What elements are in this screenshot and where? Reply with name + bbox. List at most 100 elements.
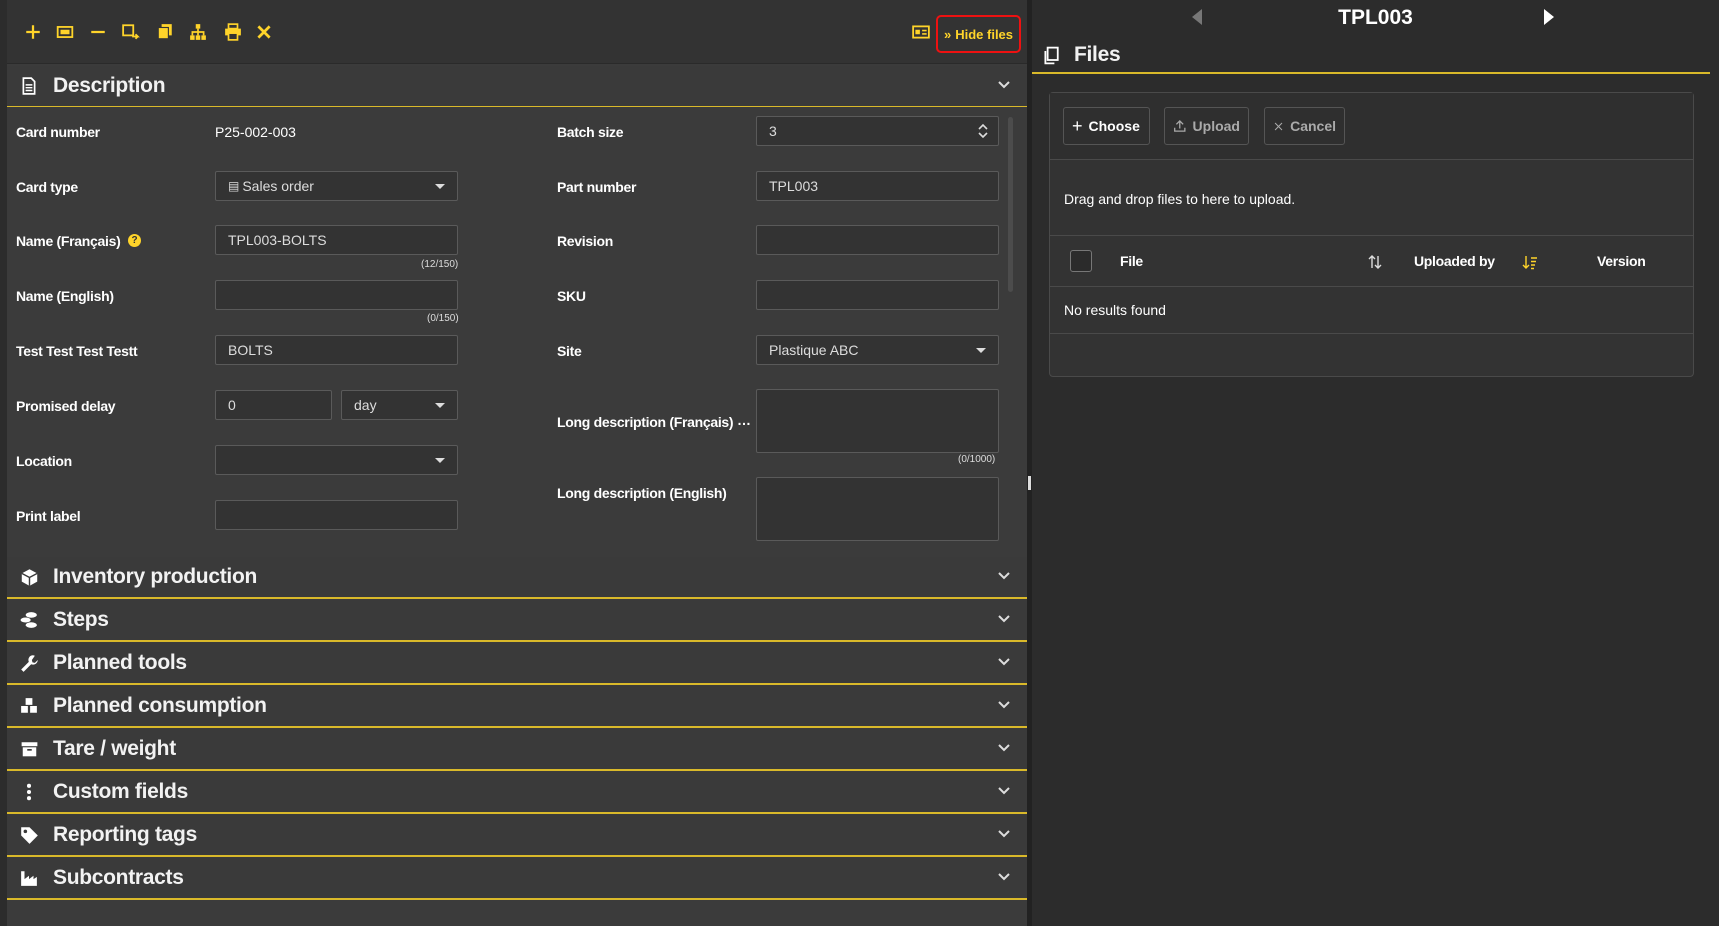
name-fr-input[interactable]: TPL003-BOLTS [215, 225, 458, 255]
section-custom-fields-header[interactable]: Custom fields [7, 772, 1027, 814]
card-button[interactable] [53, 20, 77, 44]
chevron-down-icon [998, 572, 1010, 580]
cancel-button[interactable]: Cancel [1264, 107, 1345, 145]
files-table-header: File Uploaded by Version [1050, 235, 1693, 287]
sort-active-icon[interactable] [1522, 254, 1538, 270]
site-value: Plastique ABC [769, 342, 859, 358]
plus-icon [26, 25, 40, 39]
chevron-down-icon [998, 701, 1010, 709]
more-icon[interactable]: … [737, 412, 751, 428]
promised-delay-unit-select[interactable]: day [341, 390, 458, 420]
duplicate-icon [157, 24, 172, 40]
revision-input[interactable] [756, 225, 999, 255]
print-label-input[interactable] [215, 500, 458, 530]
remove-button[interactable] [86, 20, 110, 44]
card-icon [56, 26, 74, 38]
site-label: Site [557, 343, 582, 359]
section-inventory-production-header[interactable]: Inventory production [7, 557, 1027, 599]
test-field-input[interactable]: BOLTS [215, 335, 458, 365]
section-subcontracts-header[interactable]: Subcontracts [7, 858, 1027, 900]
table-divider [1050, 333, 1693, 334]
print-button[interactable] [221, 20, 245, 44]
section-planned-consumption-header[interactable]: Planned consumption [7, 686, 1027, 728]
cubes-icon [17, 694, 41, 718]
long-desc-en-textarea[interactable] [756, 477, 999, 541]
card-type-label: Card type [16, 179, 78, 195]
column-file[interactable]: File [1120, 253, 1143, 269]
sku-label: SKU [557, 288, 586, 304]
section-tare-weight-header[interactable]: Tare / weight [7, 729, 1027, 771]
files-section-header: Files [1032, 38, 1710, 74]
location-select[interactable] [215, 445, 458, 475]
name-en-input[interactable] [215, 280, 458, 310]
section-reporting-tags-title: Reporting tags [53, 823, 197, 846]
card-number-label: Card number [16, 124, 100, 140]
duplicate-button[interactable] [153, 20, 177, 44]
card-toolbar: » Hide files [7, 0, 1027, 64]
help-icon[interactable]: ? [128, 234, 141, 247]
steps-icon [17, 608, 41, 632]
test-field-value: BOLTS [228, 342, 273, 358]
empty-table-message: No results found [1064, 302, 1166, 318]
part-number-value: TPL003 [769, 178, 819, 194]
section-planned-tools-title: Planned tools [53, 651, 187, 674]
section-steps-title: Steps [53, 608, 109, 631]
hide-files-button[interactable]: » Hide files [936, 15, 1021, 53]
print-icon [225, 23, 241, 41]
card-type-value: Sales order [242, 178, 314, 194]
wrench-icon [17, 651, 41, 675]
choose-button[interactable]: + Choose [1063, 107, 1150, 145]
section-steps-header[interactable]: Steps [7, 600, 1027, 642]
section-planned-tools-header[interactable]: Planned tools [7, 643, 1027, 685]
card-type-select[interactable]: ▤ Sales order [215, 171, 458, 201]
id-card-icon [912, 25, 930, 39]
print-label-label: Print label [16, 508, 81, 524]
minus-icon [91, 30, 105, 34]
section-tare-weight-title: Tare / weight [53, 737, 176, 760]
next-record-icon[interactable] [1544, 9, 1554, 25]
chevron-down-icon [998, 873, 1010, 881]
batch-size-input[interactable]: 3 [756, 116, 999, 146]
chevron-down-icon [998, 615, 1010, 623]
upload-button[interactable]: Upload [1164, 107, 1249, 145]
record-title: TPL003 [1338, 6, 1413, 29]
section-custom-fields-title: Custom fields [53, 780, 188, 803]
name-en-label: Name (English) [16, 288, 114, 304]
form-scrollbar[interactable] [1008, 117, 1013, 292]
copy-move-button[interactable] [119, 20, 143, 44]
close-button[interactable] [252, 20, 276, 44]
file-text-icon [17, 74, 41, 98]
select-all-checkbox[interactable] [1070, 250, 1092, 272]
column-uploaded-by[interactable]: Uploaded by [1414, 253, 1495, 269]
stepper-icon[interactable] [978, 122, 988, 140]
chevron-down-icon [998, 658, 1010, 666]
section-reporting-tags-header[interactable]: Reporting tags [7, 815, 1027, 857]
promised-delay-input[interactable]: 0 [215, 390, 332, 420]
name-fr-value: TPL003-BOLTS [228, 232, 327, 248]
promised-delay-value: 0 [228, 397, 236, 413]
long-desc-fr-label: Long description (Français) [557, 414, 734, 430]
hierarchy-button[interactable] [186, 20, 210, 44]
drop-zone-text[interactable]: Drag and drop files to here to upload. [1064, 191, 1295, 207]
sort-icon[interactable] [1367, 254, 1383, 270]
long-desc-en-label: Long description (English) [557, 485, 727, 501]
vertical-dots-icon [17, 780, 41, 804]
long-desc-fr-textarea[interactable] [756, 389, 999, 453]
section-description-header[interactable]: Description [7, 66, 1027, 108]
sku-input[interactable] [756, 280, 999, 310]
column-version[interactable]: Version [1597, 253, 1646, 269]
section-subcontracts-title: Subcontracts [53, 866, 184, 889]
id-card-button[interactable] [909, 20, 933, 44]
cancel-label: Cancel [1290, 118, 1336, 134]
site-select[interactable]: Plastique ABC [756, 335, 999, 365]
tag-icon [17, 823, 41, 847]
description-form: Card number P25-002-003 Card type ▤ Sale… [7, 107, 1027, 554]
name-en-counter: (0/150) [427, 313, 459, 324]
plus-icon: + [1072, 115, 1083, 136]
files-section-title: Files [1074, 43, 1121, 66]
close-icon [257, 25, 271, 39]
part-number-input[interactable]: TPL003 [756, 171, 999, 201]
revision-label: Revision [557, 233, 613, 249]
upload-label: Upload [1192, 118, 1240, 134]
add-button[interactable] [21, 20, 45, 44]
